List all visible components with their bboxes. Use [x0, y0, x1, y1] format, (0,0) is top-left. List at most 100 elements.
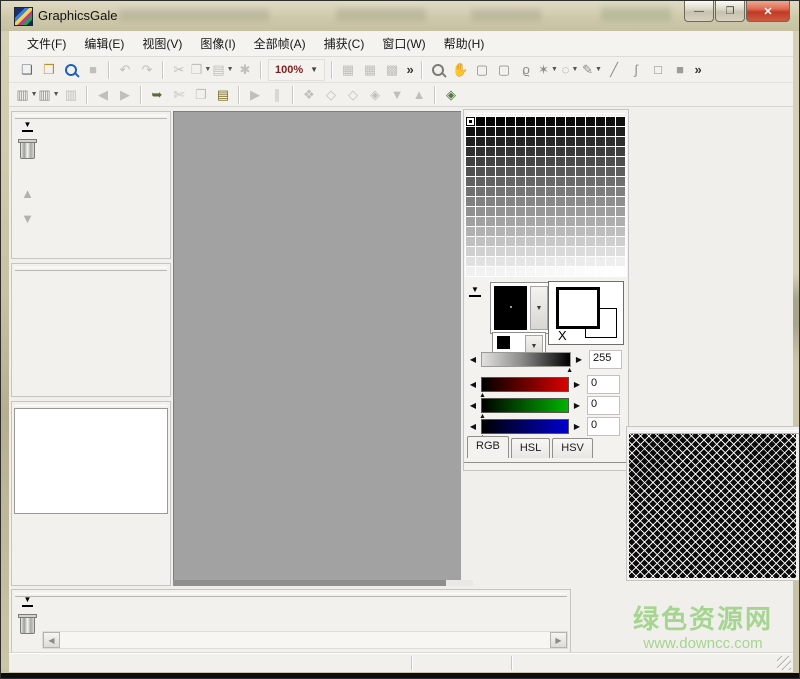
palette-cell[interactable]: [476, 117, 485, 126]
palette-cell[interactable]: [586, 217, 595, 226]
palette-cell[interactable]: [606, 117, 615, 126]
palette-cell[interactable]: [596, 147, 605, 156]
save-button[interactable]: ■: [82, 59, 104, 80]
overflow-left-button[interactable]: »: [403, 59, 417, 80]
palette-cell[interactable]: [606, 137, 615, 146]
palette-cell[interactable]: [526, 217, 535, 226]
palette-cell[interactable]: [466, 117, 475, 126]
palette-cell[interactable]: [576, 217, 585, 226]
palette-cell[interactable]: [476, 197, 485, 206]
palette-cell[interactable]: [606, 127, 615, 136]
line-tool-button[interactable]: ╱: [603, 59, 625, 80]
palette-cell[interactable]: [486, 177, 495, 186]
palette-cell[interactable]: [496, 177, 505, 186]
palette-cell[interactable]: [606, 177, 615, 186]
palette-cell[interactable]: [476, 187, 485, 196]
palette-cell[interactable]: [566, 237, 575, 246]
palette-cell[interactable]: [466, 247, 475, 256]
dropdown-caret-icon[interactable]: ▼: [595, 66, 602, 73]
palette-cell[interactable]: [506, 247, 515, 256]
palette-cell[interactable]: [586, 127, 595, 136]
play-button[interactable]: ▶: [244, 84, 266, 105]
palette-cell[interactable]: [516, 167, 525, 176]
dropdown-caret-icon[interactable]: ▼: [53, 91, 60, 98]
palette-cell[interactable]: [576, 197, 585, 206]
palette-cell[interactable]: [606, 207, 615, 216]
palette-cell[interactable]: [576, 117, 585, 126]
palette-cell[interactable]: [506, 217, 515, 226]
palette-cell[interactable]: [606, 147, 615, 156]
palette-cell[interactable]: [476, 207, 485, 216]
palette-cell[interactable]: [546, 177, 555, 186]
palette-cell[interactable]: [566, 177, 575, 186]
palette-cell[interactable]: [516, 147, 525, 156]
palette-cell[interactable]: [526, 207, 535, 216]
palette-cell[interactable]: [486, 227, 495, 236]
palette-cell[interactable]: [506, 237, 515, 246]
palette-cell[interactable]: [586, 257, 595, 266]
palette-cell[interactable]: [556, 167, 565, 176]
palette-cell[interactable]: [516, 177, 525, 186]
panel-grip[interactable]: [15, 115, 167, 119]
dropdown-caret-icon[interactable]: ▼: [551, 66, 558, 73]
palette-cell[interactable]: [526, 167, 535, 176]
palette-cell[interactable]: [476, 227, 485, 236]
green-slider-value-field[interactable]: 0: [587, 396, 620, 415]
copy-frame-button[interactable]: ▥▼: [38, 84, 60, 105]
palette-cell[interactable]: [616, 147, 625, 156]
palette-cell[interactable]: [536, 137, 545, 146]
palette-cell[interactable]: [476, 217, 485, 226]
palette-cell[interactable]: [616, 217, 625, 226]
palette-cell[interactable]: [556, 177, 565, 186]
curve-tool-button[interactable]: ∫: [625, 59, 647, 80]
palette-cell[interactable]: [536, 217, 545, 226]
palette-cell[interactable]: [506, 197, 515, 206]
palette-cell[interactable]: [466, 127, 475, 136]
palette-cell[interactable]: [516, 157, 525, 166]
palette-cell[interactable]: [596, 207, 605, 216]
palette-cell[interactable]: [496, 227, 505, 236]
scroll-left-button[interactable]: ◀: [43, 632, 60, 648]
palette-cell[interactable]: [516, 237, 525, 246]
palette-cell[interactable]: [496, 197, 505, 206]
palette-cell[interactable]: [596, 197, 605, 206]
palette-cell[interactable]: [476, 267, 485, 276]
dropdown-caret-icon[interactable]: ▼: [571, 66, 578, 73]
palette-cell[interactable]: [526, 267, 535, 276]
add-frame-button[interactable]: ▥▼: [16, 84, 38, 105]
palette-cell[interactable]: [566, 267, 575, 276]
palette-cell[interactable]: [466, 187, 475, 196]
palette-cell[interactable]: [536, 257, 545, 266]
palette-cell[interactable]: [516, 227, 525, 236]
green-slider[interactable]: ▲: [481, 398, 569, 413]
palette-cell[interactable]: [576, 187, 585, 196]
palette-cell[interactable]: [516, 187, 525, 196]
palette-cell[interactable]: [546, 167, 555, 176]
palette-cell[interactable]: [586, 247, 595, 256]
palette-cell[interactable]: [616, 267, 625, 276]
palette-cell[interactable]: [596, 117, 605, 126]
grid-button[interactable]: ▦: [337, 59, 359, 80]
palette-cell[interactable]: [496, 267, 505, 276]
palette-cell[interactable]: [606, 197, 615, 206]
palette-cell[interactable]: [506, 227, 515, 236]
palette-cell[interactable]: [556, 157, 565, 166]
palette-cell[interactable]: [616, 137, 625, 146]
palette-cell[interactable]: [506, 257, 515, 266]
green-slider-decrease-arrow[interactable]: ◀: [468, 401, 478, 410]
palette-cell[interactable]: [476, 237, 485, 246]
add-layer-button[interactable]: ❖: [298, 84, 320, 105]
palette-cell[interactable]: [566, 227, 575, 236]
palette-cell[interactable]: [536, 187, 545, 196]
palette-cell[interactable]: [486, 237, 495, 246]
frame-strip-scrollbar[interactable]: ◀ ▶: [42, 631, 568, 649]
red-slider-decrease-arrow[interactable]: ◀: [468, 380, 478, 389]
palette-cell[interactable]: [556, 227, 565, 236]
pause-button[interactable]: ∥: [266, 84, 288, 105]
menu-image[interactable]: 图像(I): [191, 31, 244, 56]
palette-cell[interactable]: [506, 267, 515, 276]
palette-cell[interactable]: [506, 187, 515, 196]
palette-cell[interactable]: [496, 207, 505, 216]
palette-cell[interactable]: [556, 267, 565, 276]
palette-cell[interactable]: [596, 177, 605, 186]
